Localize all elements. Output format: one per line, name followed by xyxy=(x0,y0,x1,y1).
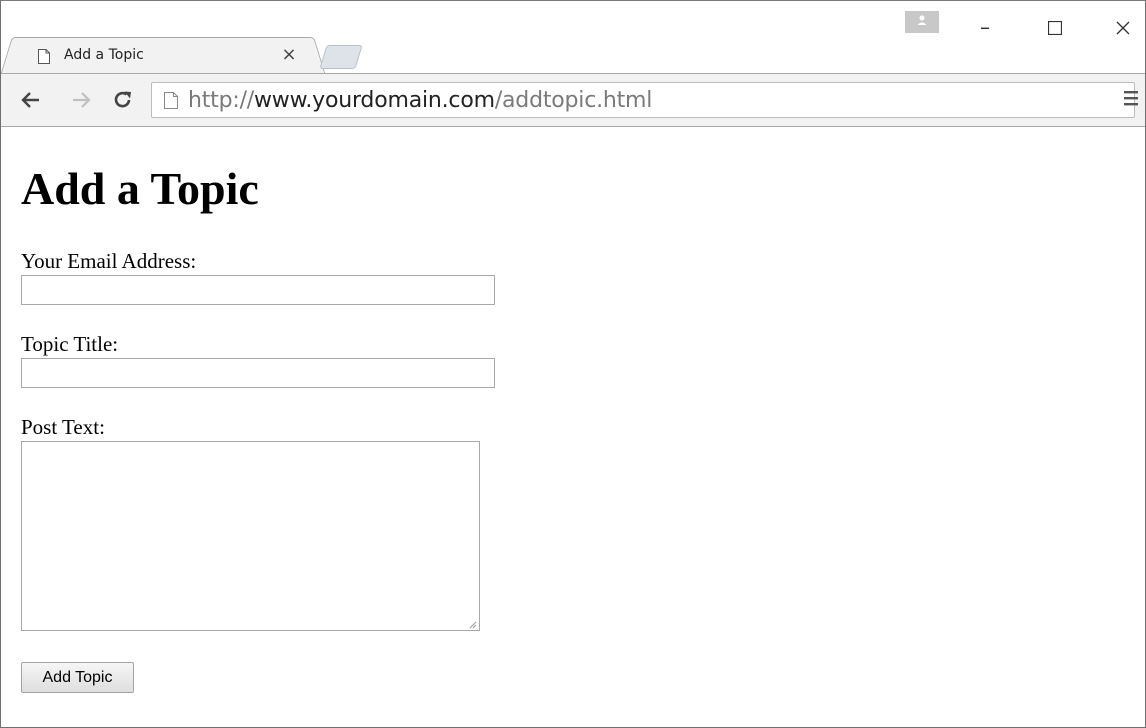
add-topic-button[interactable]: Add Topic xyxy=(21,662,134,693)
resize-grip-icon[interactable] xyxy=(467,619,477,629)
maximize-icon xyxy=(1047,20,1063,36)
address-bar[interactable]: http://www.yourdomain.com/addtopic.html xyxy=(151,82,1135,118)
new-tab-button[interactable] xyxy=(319,45,363,69)
topic-title-label: Topic Title: xyxy=(21,332,119,356)
hamburger-menu-icon[interactable] xyxy=(1123,89,1139,107)
post-text-label: Post Text: xyxy=(21,415,105,439)
browser-tab[interactable]: Add a Topic × xyxy=(15,37,311,73)
email-field[interactable] xyxy=(21,275,495,305)
close-window-button[interactable] xyxy=(1105,15,1141,43)
profile-button[interactable] xyxy=(905,11,939,33)
forward-button[interactable] xyxy=(67,86,95,114)
back-button[interactable] xyxy=(17,86,45,114)
arrow-right-icon xyxy=(73,92,91,108)
arrow-left-icon xyxy=(21,92,39,108)
reload-button[interactable] xyxy=(109,86,137,114)
url-path: /addtopic.html xyxy=(494,88,653,113)
browser-window: Add a Topic × – http://www.yourdomain.co… xyxy=(0,0,1146,728)
url-text: http://www.yourdomain.com/addtopic.html xyxy=(188,88,652,113)
topic-title-field[interactable] xyxy=(21,358,495,388)
browser-toolbar: http://www.yourdomain.com/addtopic.html xyxy=(1,73,1145,127)
page-icon xyxy=(164,92,178,109)
page-title: Add a Topic xyxy=(21,163,259,214)
maximize-button[interactable] xyxy=(1037,15,1073,43)
close-icon xyxy=(1116,21,1130,35)
person-icon xyxy=(917,15,927,25)
url-host: www.yourdomain.com xyxy=(254,88,495,113)
page-content: Add a Topic Your Email Address: Topic Ti… xyxy=(1,127,1145,727)
minimize-button[interactable]: – xyxy=(967,15,1003,43)
tab-title: Add a Topic xyxy=(64,47,144,63)
tab-strip: Add a Topic × – xyxy=(1,1,1145,73)
email-label: Your Email Address: xyxy=(21,249,197,273)
tab-close-icon[interactable]: × xyxy=(280,46,298,64)
page-icon xyxy=(38,49,50,64)
url-scheme: http:// xyxy=(188,88,254,113)
reload-icon xyxy=(114,91,131,108)
post-text-area[interactable] xyxy=(21,441,480,631)
